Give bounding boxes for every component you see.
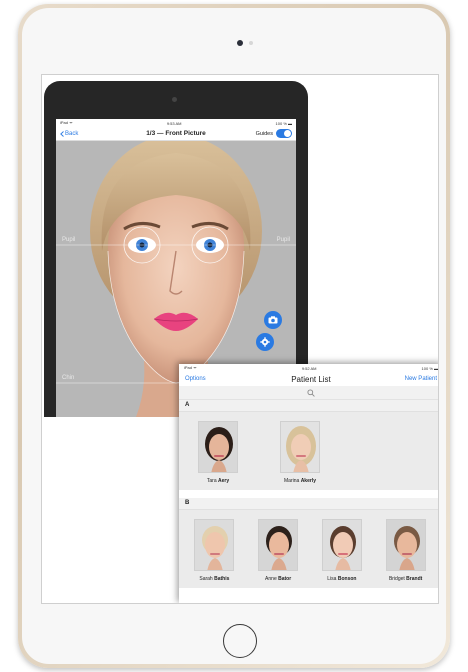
patient-photo [385, 519, 426, 571]
tablet-camera-icon [172, 97, 177, 102]
patient-photo [258, 519, 299, 571]
patient-first-name: Sarah [199, 576, 213, 582]
patient-photo-image [199, 422, 237, 472]
patient-photo-image [322, 520, 361, 570]
status-carrier: iPad ᯤ [60, 120, 73, 125]
patient-photo-image [281, 422, 319, 472]
nav-bar: Back 1/3 — Front Picture Guides [56, 127, 296, 141]
patient-first-name: Bridget [388, 576, 405, 582]
chin-label: Chin [62, 375, 75, 381]
status-time: 9:52 AM [301, 365, 317, 371]
nav-bar: Options Patient List New Patient [179, 372, 438, 386]
patient-photo [280, 421, 320, 473]
patient-first-name: Anne [265, 576, 277, 582]
patient-last-name: Akerly [300, 478, 316, 484]
patient-last-name: Brandt [406, 576, 423, 582]
patient-name: Anne Bator [265, 576, 291, 582]
patient-tile[interactable]: Tara Aery [189, 421, 247, 484]
camera-button[interactable] [264, 311, 282, 329]
patient-first-name: Marina [284, 478, 300, 484]
patient-name: Marina Akerly [284, 478, 316, 484]
patient-name: Tara Aery [207, 478, 229, 484]
pupil-right-label: Pupil [276, 237, 290, 243]
patient-last-name: Aery [218, 478, 230, 484]
search-bar[interactable] [179, 386, 438, 400]
patient-photo-image [386, 520, 425, 570]
home-button[interactable] [223, 624, 257, 658]
patient-row-b: Sarah Bathis Anne Bator Lisa Bonson Brid… [179, 509, 438, 588]
patient-row-a: Tara Aery Marina Akerly [179, 411, 438, 490]
search-icon [307, 388, 315, 397]
section-spacer [179, 490, 438, 498]
patient-list-screen: iPad ᯤ 9:52 AM 100 % ▬ Options Patient L… [179, 364, 438, 603]
patient-first-name: Lisa [327, 576, 337, 582]
patient-name: Lisa Bonson [327, 576, 356, 582]
page-title: 1/3 — Front Picture [146, 130, 206, 137]
guides-toggle[interactable] [276, 129, 292, 138]
patient-tile[interactable]: Sarah Bathis [187, 519, 242, 582]
patient-last-name: Bathis [214, 576, 230, 582]
status-battery: 100 % ▬ [421, 365, 438, 371]
front-camera-icon [237, 40, 243, 46]
patient-tile[interactable]: Bridget Brandt [378, 519, 433, 582]
patient-first-name: Tara [206, 478, 217, 484]
patient-photo [194, 519, 235, 571]
camera-icon [268, 316, 278, 324]
patient-last-name: Bonson [337, 576, 357, 582]
status-bar: iPad ᯤ 9:53 AM 100 % ▬ [56, 119, 296, 127]
patient-photo [198, 421, 238, 473]
section-header-a: A [179, 400, 438, 411]
ipad-screen: iPad ᯤ 9:53 AM 100 % ▬ Back 1/3 — Front … [41, 74, 439, 604]
status-time: 9:53 AM [166, 120, 182, 126]
page-title: Patient List [291, 374, 331, 384]
settings-button[interactable] [256, 333, 274, 351]
status-carrier: iPad ᯤ [184, 365, 197, 370]
patient-photo-image [259, 520, 298, 570]
sensor-icon [249, 41, 253, 45]
patient-tile[interactable]: Marina Akerly [271, 421, 329, 484]
patient-tile[interactable]: Anne Bator [251, 519, 306, 582]
status-bar: iPad ᯤ 9:52 AM 100 % ▬ [179, 364, 438, 372]
ipad-device-frame: iPad ᯤ 9:53 AM 100 % ▬ Back 1/3 — Front … [18, 4, 450, 668]
patient-name: Sarah Bathis [199, 576, 229, 582]
pupil-left-label: Pupil [62, 237, 76, 243]
patient-last-name: Bator [278, 576, 292, 582]
patient-photo [321, 519, 362, 571]
patient-photo-image [195, 520, 234, 570]
section-header-b: B [179, 498, 438, 509]
gear-icon [260, 337, 270, 347]
patient-name: Bridget Brandt [389, 576, 422, 582]
status-battery: 100 % ▬ [275, 120, 292, 126]
patient-tile[interactable]: Lisa Bonson [315, 519, 370, 582]
